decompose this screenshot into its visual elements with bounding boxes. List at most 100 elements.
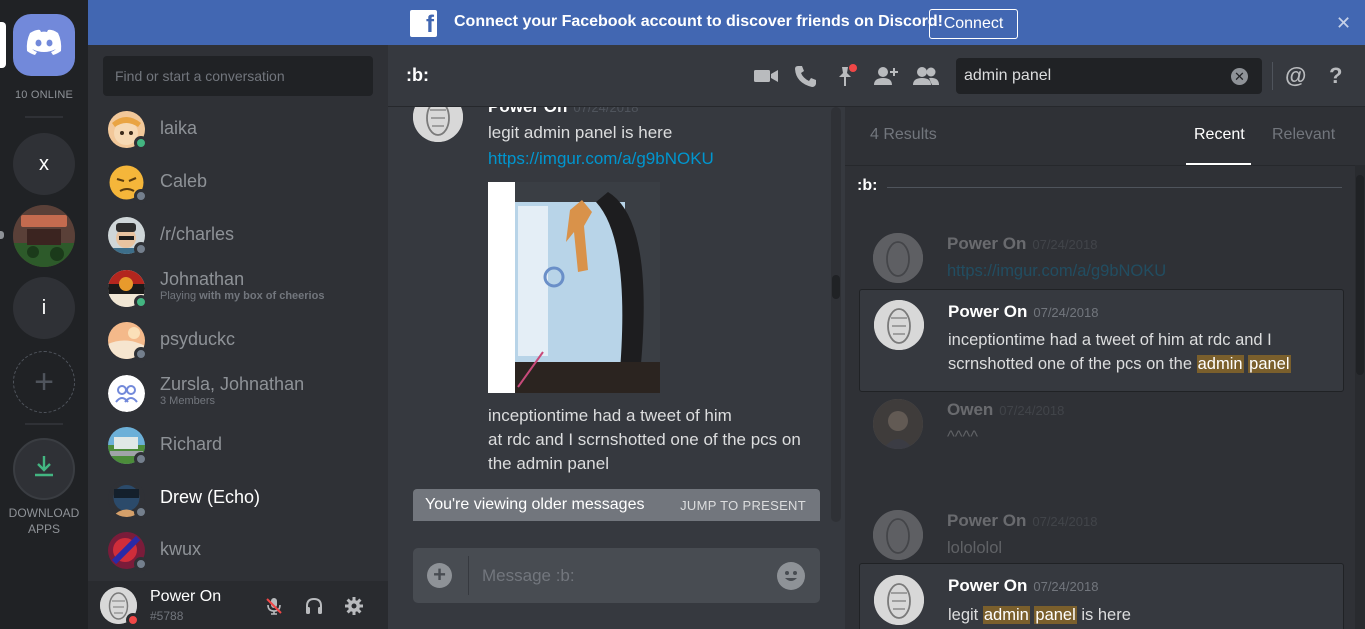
server-list: 10 ONLINE x i + DOWNLOAD APPS: [0, 0, 88, 629]
user-tag: #5788: [150, 609, 184, 623]
divider: [25, 116, 63, 118]
search-highlight: admin: [982, 606, 1030, 624]
dm-item-johnathan[interactable]: Johnathan Playing with my box of cheerio…: [108, 268, 378, 310]
dm-item-caleb[interactable]: Caleb: [108, 162, 378, 204]
dm-name: kwux: [160, 539, 202, 559]
dm-item-richard[interactable]: Richard: [108, 425, 378, 467]
server-x[interactable]: x: [13, 133, 75, 195]
status-offline: [134, 452, 148, 466]
member-list-icon[interactable]: [913, 63, 939, 89]
dm-item-laika[interactable]: laika: [108, 109, 378, 151]
search-result-context[interactable]: Power On 07/24/2018 https://imgur.com/a/g…: [859, 225, 1344, 285]
activity-detail: with my box of cheerios: [199, 290, 325, 302]
search-result[interactable]: Power On 07/24/2018 inceptiontime had a t…: [859, 289, 1344, 392]
jump-to-present-button[interactable]: JUMP TO PRESENT: [680, 498, 806, 513]
search-result-context[interactable]: Power On 07/24/2018 lolololol: [859, 506, 1344, 566]
result-timestamp: 07/24/2018: [1032, 514, 1098, 529]
message-link[interactable]: https://imgur.com/a/g9bNOKU: [488, 149, 714, 169]
result-author: Power On 07/24/2018: [947, 511, 1097, 531]
result-text-part: is here: [1076, 606, 1131, 624]
result-link[interactable]: https://imgur.com/a/g9bNOKU: [947, 259, 1332, 283]
server-image[interactable]: [13, 205, 75, 267]
mute-mic-icon[interactable]: [264, 596, 284, 616]
message-area: Power On 07/24/2018 legit admin panel is …: [388, 107, 845, 629]
author-name: Owen: [947, 400, 994, 419]
divider: [468, 556, 469, 595]
search-input[interactable]: admin panel ✕: [956, 58, 1262, 94]
scrollbar-thumb[interactable]: [832, 275, 840, 299]
clear-search-icon[interactable]: ✕: [1231, 68, 1248, 85]
message-timestamp: 07/24/2018: [573, 107, 639, 115]
message-text: legit admin panel is here: [488, 123, 673, 142]
home-button[interactable]: [13, 14, 75, 76]
status-online: [134, 295, 148, 309]
dm-name: Richard: [160, 434, 223, 454]
scrollbar-track[interactable]: [831, 107, 841, 522]
avatar: [873, 233, 923, 283]
emoji-icon[interactable]: [777, 562, 805, 590]
search-highlight: admin: [1196, 355, 1244, 373]
result-text: legit admin panel is here: [948, 603, 1333, 627]
message-input[interactable]: Message :b:: [482, 566, 575, 586]
connect-button[interactable]: Connect: [929, 9, 1018, 39]
video-call-icon[interactable]: [753, 63, 779, 89]
tab-relevant[interactable]: Relevant: [1272, 126, 1335, 144]
result-author: Owen 07/24/2018: [947, 400, 1064, 420]
headphones-icon[interactable]: [304, 596, 324, 616]
server-i[interactable]: i: [13, 277, 75, 339]
group-icon: [108, 375, 145, 412]
help-icon[interactable]: ?: [1329, 63, 1355, 89]
gear-icon[interactable]: [344, 596, 364, 616]
discord-logo-icon: [25, 28, 63, 62]
search-result[interactable]: Power On 07/24/2018 legit admin panel is …: [859, 563, 1344, 629]
author-name: Power On: [948, 302, 1028, 321]
dm-item-group[interactable]: Zursla, Johnathan 3 Members: [108, 373, 378, 415]
mentions-icon[interactable]: @: [1285, 63, 1311, 89]
download-icon: [30, 452, 58, 486]
message-composer[interactable]: + Message :b:: [413, 548, 820, 603]
download-apps-button[interactable]: [13, 438, 75, 500]
status-online: [134, 136, 148, 150]
channel-header: :b: admin panel ✕ @ ?: [388, 45, 1365, 107]
divider: [887, 187, 1342, 188]
dm-item-psyduckc[interactable]: psyduckc: [108, 320, 378, 362]
add-server-button[interactable]: +: [13, 351, 75, 413]
author-name: Power On: [947, 511, 1027, 530]
message-author[interactable]: Power On 07/24/2018: [488, 107, 638, 117]
dm-item-drew[interactable]: Drew (Echo): [108, 478, 378, 520]
dm-name: Caleb: [160, 171, 208, 191]
author-name: Power On: [947, 234, 1027, 253]
dm-item-kwux[interactable]: kwux: [108, 530, 378, 572]
message-text-line: inceptiontime had a tweet of him: [488, 406, 732, 425]
user-panel: Power On #5788: [88, 581, 388, 629]
message-image[interactable]: [488, 182, 660, 393]
result-timestamp: 07/24/2018: [1032, 237, 1098, 252]
dm-item-r-charles[interactable]: /r/charles: [108, 215, 378, 257]
pinned-messages-icon[interactable]: [834, 63, 860, 89]
dm-name: Zursla, Johnathan: [160, 374, 305, 394]
dm-name: /r/charles: [160, 224, 235, 244]
tab-recent[interactable]: Recent: [1194, 126, 1245, 144]
facebook-icon: f: [410, 10, 437, 37]
search-results-panel: 4 Results Recent Relevant :b: Power On 07…: [845, 107, 1365, 629]
add-friend-icon[interactable]: [873, 63, 899, 89]
divider: [1272, 62, 1273, 90]
activity-prefix: Playing: [160, 290, 200, 302]
dm-name: Drew (Echo): [160, 487, 261, 507]
avatar[interactable]: [413, 107, 463, 142]
upload-plus-icon[interactable]: +: [427, 563, 452, 588]
result-timestamp: 07/24/2018: [999, 403, 1065, 418]
search-result-context[interactable]: Owen 07/24/2018 ^^^^: [859, 395, 1344, 455]
dm-name: psyduckc: [160, 329, 236, 349]
dm-sidebar: Find or start a conversation laika Caleb…: [88, 45, 388, 629]
result-text: lolololol: [947, 539, 1003, 557]
phone-call-icon[interactable]: [793, 63, 819, 89]
close-icon[interactable]: ✕: [1336, 13, 1351, 34]
search-highlight: panel: [1248, 355, 1291, 373]
avatar: [874, 575, 924, 625]
results-count: 4 Results: [870, 126, 937, 143]
download-apps-label: DOWNLOAD APPS: [8, 506, 80, 536]
username: Power On: [150, 588, 222, 605]
scrollbar-thumb[interactable]: [1356, 175, 1364, 375]
search-input[interactable]: Find or start a conversation: [103, 56, 373, 96]
